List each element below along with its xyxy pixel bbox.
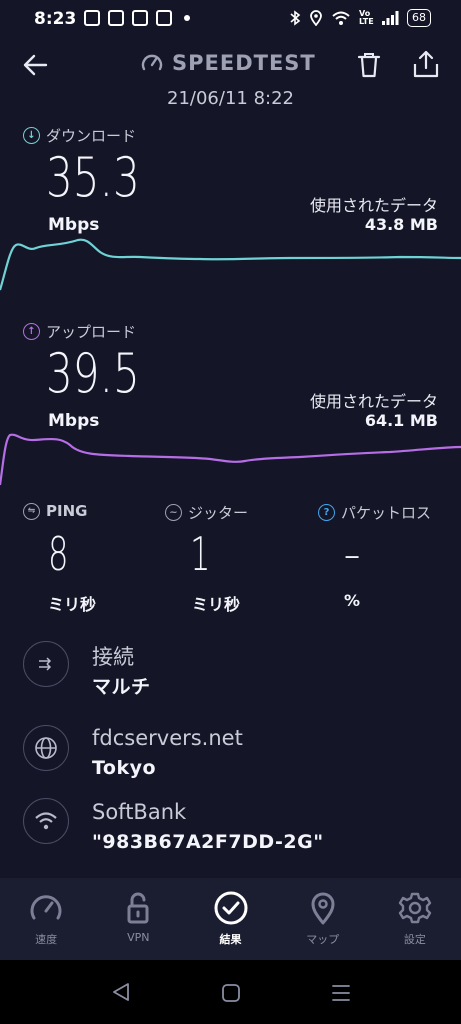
nav-map-label: マップ [306, 933, 340, 946]
packet-loss-unit: % [344, 591, 361, 610]
jitter-label: ~ ジッター [165, 502, 248, 523]
ping-icon: ⇋ [23, 502, 40, 520]
gear-icon [398, 892, 432, 924]
nav-map[interactable]: マップ [277, 878, 369, 960]
server-name[interactable]: fdcservers.net [92, 726, 243, 750]
wifi-network-icon [23, 798, 69, 844]
bluetooth-icon [290, 10, 301, 26]
upload-value: 39.5 [46, 342, 140, 405]
app-title-text: SPEEDTEST [172, 51, 316, 75]
jitter-label-text: ジッター [188, 504, 249, 522]
nav-speed[interactable]: 速度 [0, 878, 92, 960]
upload-label: ↑ アップロード [23, 321, 136, 342]
system-back-icon[interactable] [110, 982, 132, 1002]
nav-vpn-label: VPN [127, 931, 150, 944]
connections-icon [23, 641, 69, 687]
jitter-unit: ミリ秒 [192, 595, 241, 614]
check-circle-icon [214, 891, 247, 925]
server-location: Tokyo [92, 757, 157, 779]
nav-vpn[interactable]: VPN [92, 878, 184, 960]
nav-results-label: 結果 [219, 933, 242, 946]
system-recents-icon[interactable] [331, 984, 351, 1002]
network-ssid: "983B67A2F7DD-2G" [92, 831, 324, 853]
notification-icon [84, 10, 100, 26]
signal-icon [382, 11, 399, 25]
ping-value: 8 [48, 527, 69, 581]
nav-settings[interactable]: 設定 [369, 878, 461, 960]
nav-results[interactable]: 結果 [184, 878, 276, 960]
connection-title: 接続 [92, 645, 134, 669]
upload-data-used-label: 使用されたデータ [309, 392, 438, 411]
map-pin-icon [311, 892, 335, 925]
download-label: ↓ ダウンロード [23, 125, 136, 146]
jitter-value: 1 [190, 527, 211, 581]
ping-unit: ミリ秒 [48, 595, 97, 614]
speedtest-logo-icon [141, 54, 163, 71]
app-icon [156, 10, 172, 26]
packet-loss-value: – [344, 527, 361, 581]
system-icons: Vo LTE 68 [289, 9, 431, 27]
upload-arrow-icon: ↑ [23, 323, 40, 340]
bottom-navigation: 速度 VPN 結果 マップ 設定 [0, 878, 461, 960]
upload-label-text: アップロード [46, 323, 137, 341]
status-bar: 8:23 Vo LTE 68 [0, 0, 461, 40]
wifi-icon [332, 11, 350, 25]
nav-settings-label: 設定 [403, 933, 426, 946]
ping-label-text: PING [46, 502, 88, 520]
more-notifications-icon [184, 15, 190, 21]
jitter-icon: ~ [165, 504, 182, 521]
help-icon[interactable]: ? [318, 504, 335, 521]
system-navigation-bar [0, 960, 461, 1024]
network-provider: SoftBank [92, 800, 187, 824]
packet-loss-label-text: パケットロス [341, 504, 432, 522]
download-arrow-icon: ↓ [23, 127, 40, 144]
download-data-used-label: 使用されたデータ [309, 196, 438, 215]
ping-label: ⇋ PING [23, 502, 87, 520]
test-datetime: 21/06/11 8:22 [167, 88, 294, 109]
status-time: 8:23 [34, 9, 77, 29]
system-home-icon[interactable] [221, 983, 241, 1003]
nav-speed-label: 速度 [35, 933, 58, 946]
speedometer-icon [30, 895, 62, 920]
back-arrow-icon[interactable] [20, 50, 50, 80]
upload-graph [0, 433, 461, 486]
trash-icon[interactable] [354, 50, 384, 80]
notification-icons [84, 10, 190, 26]
share-icon[interactable] [410, 48, 442, 80]
location-icon [310, 10, 322, 26]
gallery-icon [132, 10, 148, 26]
connection-mode: マルチ [92, 676, 151, 698]
download-graph [0, 238, 461, 291]
globe-icon [23, 725, 69, 771]
volte-icon: Vo LTE [359, 9, 374, 26]
youtube-icon [108, 10, 124, 26]
packet-loss-label[interactable]: ? パケットロス [318, 502, 431, 523]
battery-indicator: 68 [407, 9, 431, 27]
app-title: SPEEDTEST [140, 51, 316, 75]
download-label-text: ダウンロード [46, 127, 137, 145]
lock-icon [127, 892, 149, 924]
download-value: 35.3 [46, 146, 140, 209]
